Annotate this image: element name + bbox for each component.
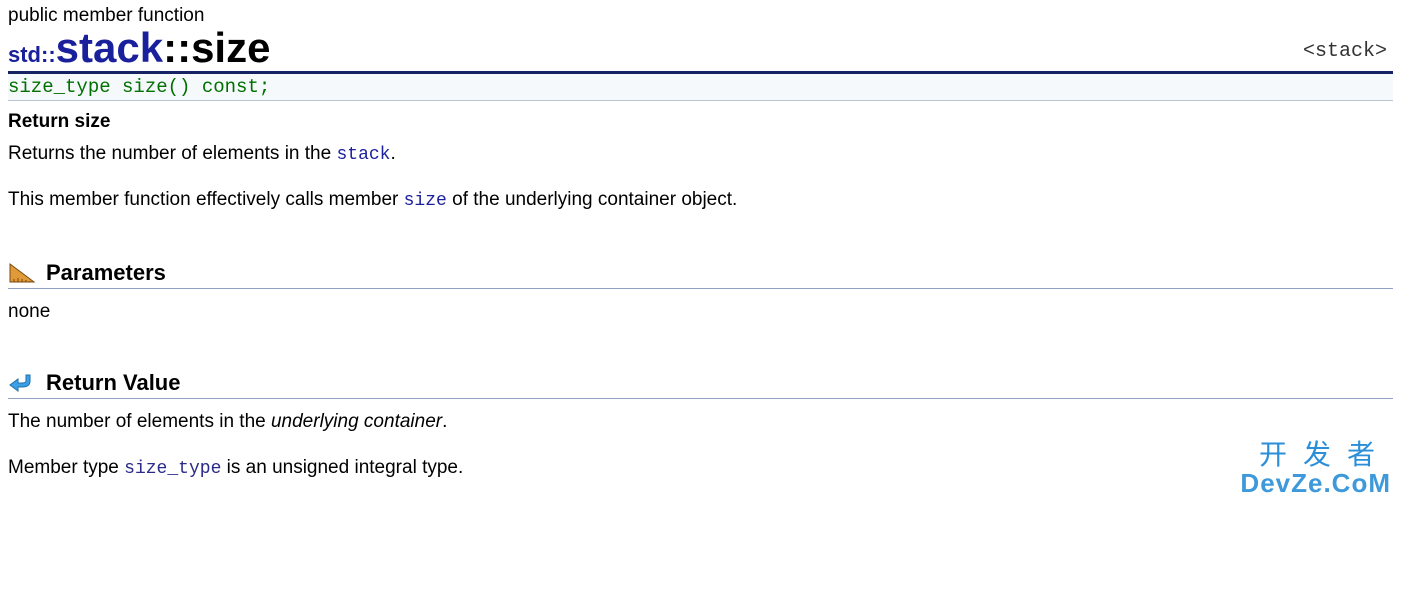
parameters-body: none bbox=[8, 299, 1393, 325]
heading-text: Parameters bbox=[46, 260, 166, 286]
parameters-heading: Parameters bbox=[8, 260, 1393, 289]
page-title: std::stack::size bbox=[8, 27, 270, 71]
title-row: std::stack::size <stack> bbox=[8, 27, 1393, 74]
text: The number of elements in the bbox=[8, 411, 271, 432]
text: is an unsigned integral type. bbox=[221, 457, 463, 478]
return-arrow-icon bbox=[8, 371, 36, 395]
return-value-line2: Member type size_type is an unsigned int… bbox=[8, 455, 1393, 481]
text: Returns the number of elements in the bbox=[8, 143, 336, 164]
text: . bbox=[390, 143, 395, 164]
scope-sep: :: bbox=[163, 24, 191, 71]
text: . bbox=[442, 411, 447, 432]
size-link[interactable]: size bbox=[404, 191, 447, 211]
return-value-heading: Return Value bbox=[8, 370, 1393, 399]
namespace: std:: bbox=[8, 42, 56, 67]
stack-link[interactable]: stack bbox=[336, 145, 390, 165]
description-1: Returns the number of elements in the st… bbox=[8, 141, 1393, 167]
text: of the underlying container object. bbox=[447, 189, 737, 210]
text: This member function effectively calls m… bbox=[8, 189, 404, 210]
heading-text: Return Value bbox=[46, 370, 180, 396]
class-name[interactable]: stack bbox=[56, 24, 163, 71]
ruler-icon bbox=[8, 261, 36, 285]
text: Member type bbox=[8, 457, 124, 478]
header-include[interactable]: <stack> bbox=[1303, 40, 1393, 71]
function-signature: size_type size() const; bbox=[8, 74, 1393, 101]
brief-description: Return size bbox=[8, 111, 1393, 133]
underlying-container-link[interactable]: underlying container bbox=[271, 411, 442, 432]
size-type-code: size_type bbox=[124, 459, 221, 479]
return-value-line1: The number of elements in the underlying… bbox=[8, 409, 1393, 435]
description-2: This member function effectively calls m… bbox=[8, 187, 1393, 213]
member-name: size bbox=[191, 24, 270, 71]
